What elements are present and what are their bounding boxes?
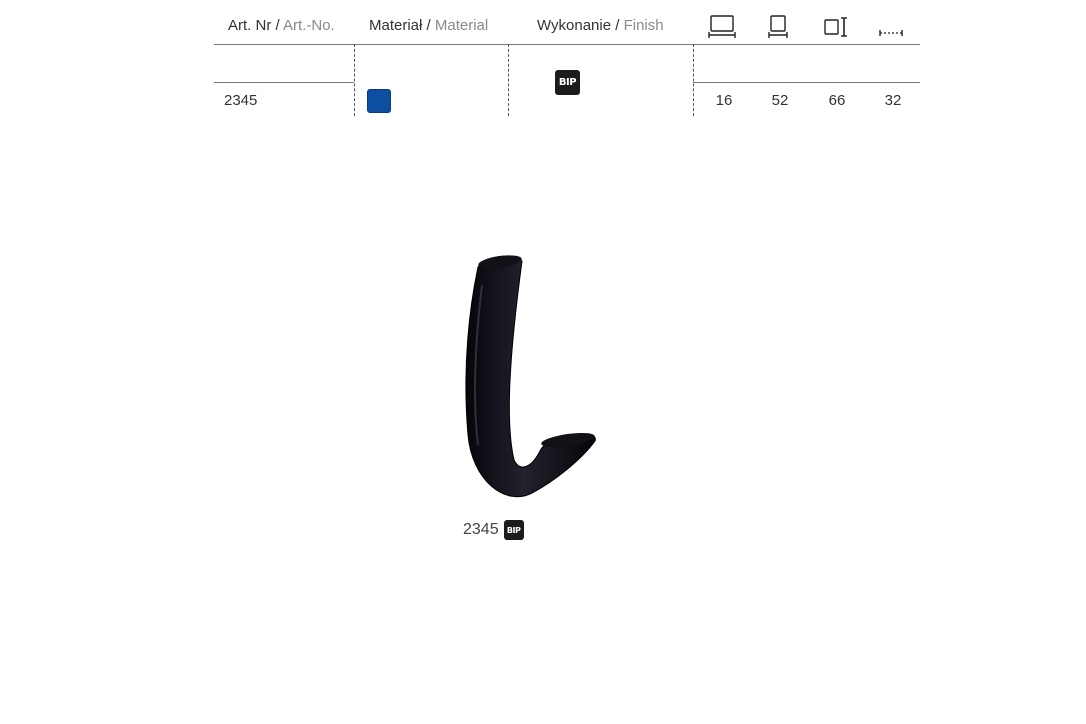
header-art-nr-en: Art.-No. <box>283 17 335 34</box>
column-divider <box>693 44 694 116</box>
header-separator: / <box>611 17 624 34</box>
hook-product-image <box>465 255 596 498</box>
base-width-icon <box>768 15 788 38</box>
material-swatch <box>367 89 391 113</box>
dimension-value: 16 <box>715 92 733 109</box>
dimension-value: 52 <box>771 92 789 109</box>
caption-finish-badge: BIP <box>503 520 524 540</box>
header-rule <box>214 44 920 45</box>
dimension-value: 66 <box>828 92 846 109</box>
dimension-value: 32 <box>884 92 902 109</box>
header-material: Materiał / Material <box>369 17 488 34</box>
height-icon <box>824 17 847 37</box>
header-material-en: Material <box>434 17 489 34</box>
header-material-pl: Materiał <box>369 17 423 34</box>
spec-table: Art. Nr / Art.-No. Materiał / Material W… <box>214 0 920 116</box>
finish-badge: BIP <box>555 70 580 95</box>
header-finish-pl: Wykonanie <box>537 17 612 34</box>
header-art-nr: Art. Nr / Art.-No. <box>228 17 335 34</box>
width-icon <box>708 15 736 38</box>
header-finish-en: Finish <box>623 17 664 34</box>
header-finish: Wykonanie / Finish <box>537 17 664 34</box>
product-caption: 2345 BIP <box>463 520 524 540</box>
article-number: 2345 <box>224 92 258 109</box>
row-rule-right <box>693 82 920 83</box>
row-rule-left <box>214 82 354 83</box>
caption-article-number: 2345 <box>463 521 499 538</box>
column-divider <box>354 44 355 116</box>
hole-spacing-icon <box>879 30 903 36</box>
column-divider <box>508 44 509 116</box>
header-separator: / <box>422 17 435 34</box>
header-separator: / <box>271 17 284 34</box>
header-art-nr-pl: Art. Nr <box>228 17 272 34</box>
